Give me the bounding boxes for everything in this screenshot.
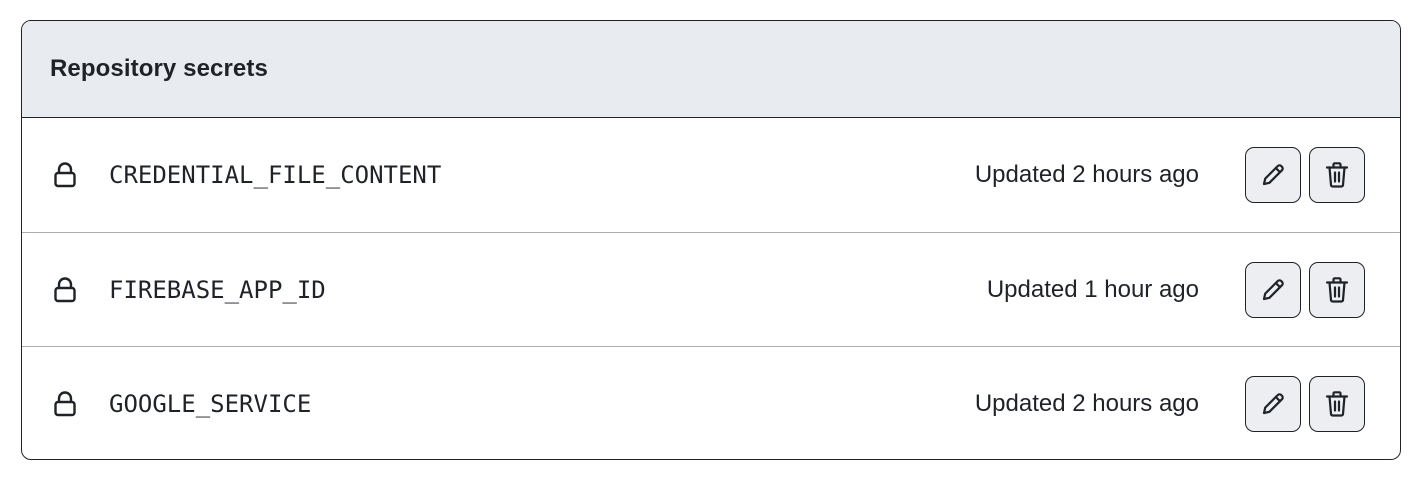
pencil-icon (1260, 391, 1286, 417)
trash-icon (1325, 390, 1349, 418)
panel-title: Repository secrets (50, 55, 268, 82)
secret-updated-time: Updated 2 hours ago (974, 161, 1199, 188)
secret-name: CREDENTIAL_FILE_CONTENT (109, 161, 442, 189)
delete-secret-button[interactable] (1309, 375, 1365, 432)
edit-secret-button[interactable] (1245, 147, 1301, 203)
secret-row: GOOGLE_SERVICE Updated 2 hours ago (22, 346, 1400, 459)
secret-name: FIREBASE_APP_ID (109, 275, 326, 304)
secret-updated-time: Updated 2 hours ago (974, 389, 1199, 417)
secret-name: GOOGLE_SERVICE (109, 389, 312, 418)
lock-icon (52, 276, 78, 304)
secret-updated-time: Updated 1 hour ago (986, 275, 1199, 303)
pencil-icon (1260, 162, 1286, 188)
trash-icon (1325, 161, 1349, 189)
delete-secret-button[interactable] (1309, 261, 1365, 318)
lock-icon (52, 161, 78, 189)
edit-secret-button[interactable] (1245, 261, 1301, 318)
delete-secret-button[interactable] (1309, 147, 1365, 203)
repository-secrets-panel: Repository secrets CREDENTIAL_FILE_CONTE… (21, 20, 1401, 460)
secret-row: CREDENTIAL_FILE_CONTENT Updated 2 hours … (22, 118, 1400, 232)
panel-header: Repository secrets (22, 21, 1400, 118)
edit-secret-button[interactable] (1245, 375, 1301, 432)
trash-icon (1325, 276, 1349, 304)
secret-row: FIREBASE_APP_ID Updated 1 hour ago (22, 232, 1400, 346)
pencil-icon (1260, 277, 1286, 303)
lock-icon (52, 390, 78, 418)
